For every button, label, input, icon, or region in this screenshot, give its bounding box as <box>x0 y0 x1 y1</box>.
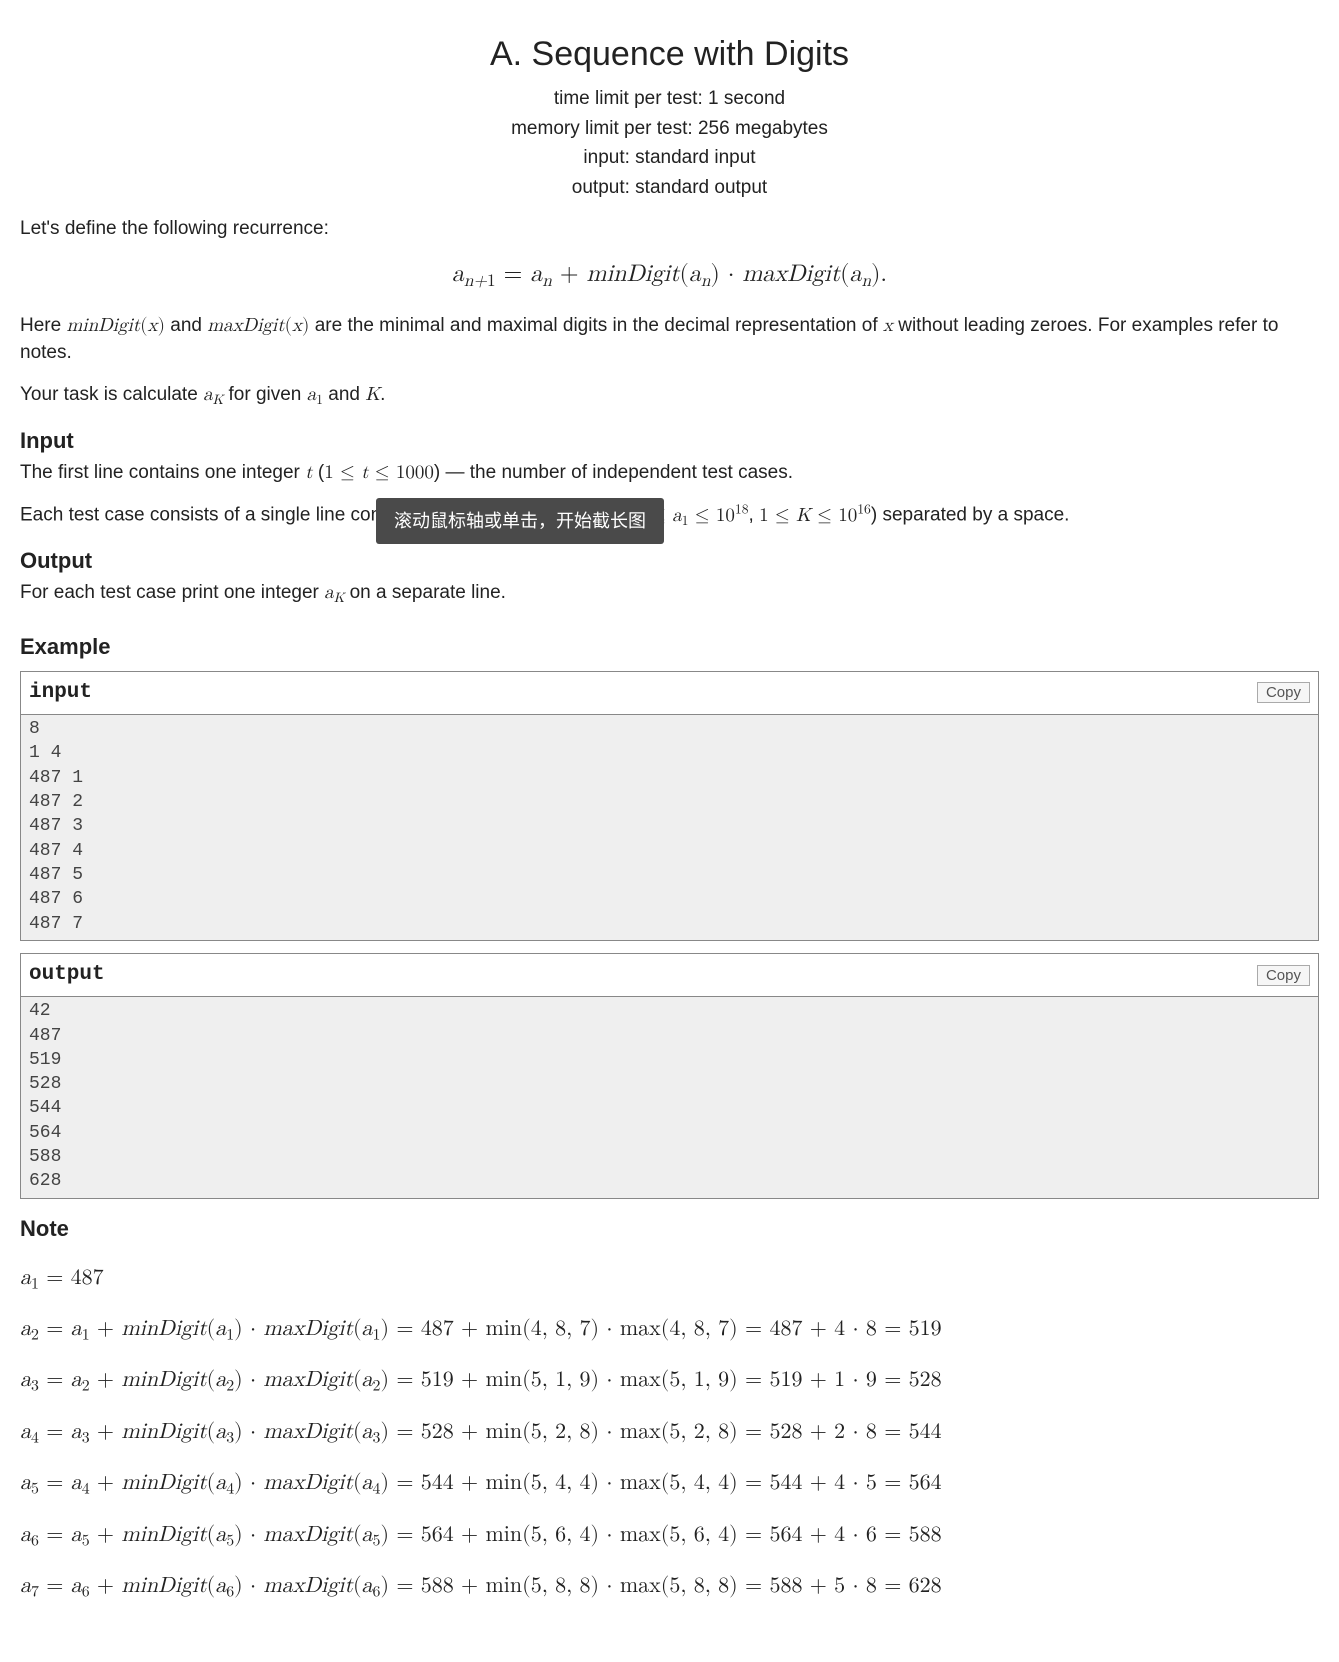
recurrence-equation: an+1 = an + minDigit(an) · maxDigit(an). <box>20 257 1319 294</box>
input-label: input <box>29 678 92 708</box>
output-section-title: Output <box>20 545 1319 577</box>
memory-limit: memory limit per test: 256 megabytes <box>20 115 1319 143</box>
problem-title: A. Sequence with Digits <box>20 30 1319 79</box>
copy-output-button[interactable]: Copy <box>1257 965 1310 986</box>
note-equation-3: a3 = a2 + minDigit(a2) · maxDigit(a2) = … <box>20 1365 1319 1398</box>
output-line-1: For each test case print one integer aK … <box>20 579 1319 609</box>
note-equation-2: a2 = a1 + minDigit(a1) · maxDigit(a1) = … <box>20 1314 1319 1347</box>
example-output-block: output Copy 42 487 519 528 544 564 588 6… <box>20 953 1319 1199</box>
output-file: output: standard output <box>20 174 1319 202</box>
example-output-data[interactable]: 42 487 519 528 544 564 588 628 <box>21 997 1318 1197</box>
note-equation-1: a1 = 487 <box>20 1263 1319 1296</box>
example-input-data[interactable]: 8 1 4 487 1 487 2 487 3 487 4 487 5 487 … <box>21 715 1318 940</box>
note-section-title: Note <box>20 1213 1319 1245</box>
input-line-1: The first line contains one integer t (1… <box>20 459 1319 487</box>
limits-block: time limit per test: 1 second memory lim… <box>20 85 1319 201</box>
example-section-title: Example <box>20 631 1319 663</box>
input-section-title: Input <box>20 425 1319 457</box>
note-equation-4: a4 = a3 + minDigit(a3) · maxDigit(a3) = … <box>20 1417 1319 1450</box>
note-equation-6: a6 = a5 + minDigit(a5) · maxDigit(a5) = … <box>20 1520 1319 1553</box>
note-equation-7: a7 = a6 + minDigit(a6) · maxDigit(a6) = … <box>20 1571 1319 1604</box>
task-paragraph: Your task is calculate aK for given a1 a… <box>20 381 1319 411</box>
output-label: output <box>29 960 105 990</box>
time-limit: time limit per test: 1 second <box>20 85 1319 113</box>
problem-statement: A. Sequence with Digits time limit per t… <box>0 0 1339 1662</box>
copy-input-button[interactable]: Copy <box>1257 682 1310 703</box>
note-equation-5: a5 = a4 + minDigit(a4) · maxDigit(a4) = … <box>20 1468 1319 1501</box>
note-lines: a1 = 487 a2 = a1 + minDigit(a1) · maxDigi… <box>20 1263 1319 1605</box>
example-input-header: input Copy <box>21 672 1318 715</box>
input-file: input: standard input <box>20 144 1319 172</box>
input-line-2: Each test case consists of a single line… <box>20 500 1319 531</box>
example-input-block: input Copy 8 1 4 487 1 487 2 487 3 487 4… <box>20 671 1319 941</box>
intro-paragraph: Let's define the following recurrence: <box>20 215 1319 243</box>
example-output-header: output Copy <box>21 954 1318 997</box>
definition-paragraph: Here minDigit(x) and maxDigit(x) are the… <box>20 312 1319 367</box>
